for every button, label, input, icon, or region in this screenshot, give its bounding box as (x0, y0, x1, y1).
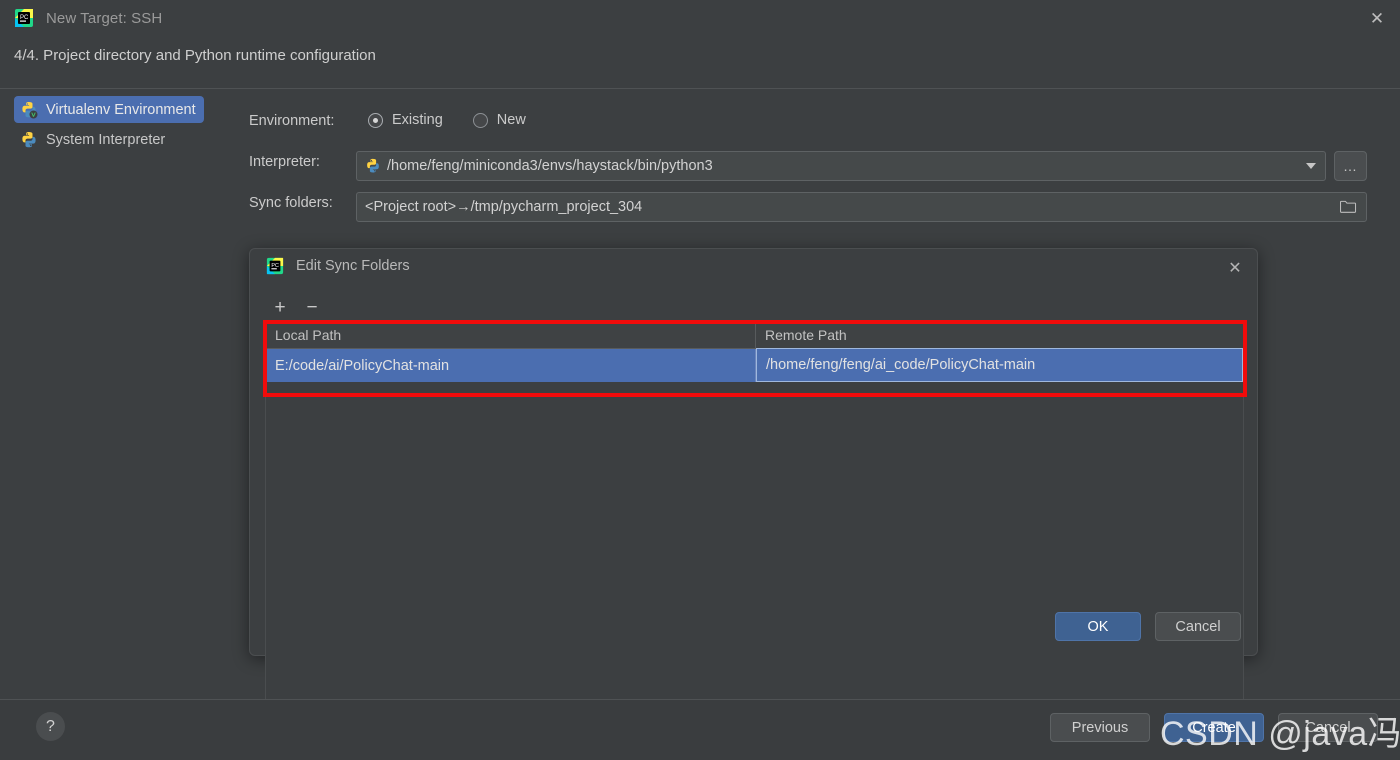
cancel-button[interactable]: Cancel (1155, 612, 1241, 641)
chevron-down-icon[interactable] (1297, 152, 1325, 180)
radio-new[interactable]: New (473, 112, 526, 128)
cell-local-path[interactable]: E:/code/ai/PolicyChat-main (266, 349, 756, 382)
previous-button[interactable]: Previous (1050, 713, 1150, 742)
modal-button-bar: OK Cancel (1055, 612, 1241, 641)
cell-remote-path[interactable]: /home/feng/feng/ai_code/PolicyChat-main (756, 348, 1243, 382)
footer-cancel-button[interactable]: Cancel (1278, 713, 1378, 742)
modal-title-bar: PC Edit Sync Folders (266, 257, 410, 275)
table-row[interactable]: E:/code/ai/PolicyChat-main /home/feng/fe… (266, 349, 1243, 382)
page-title: 4/4. Project directory and Python runtim… (14, 47, 376, 64)
add-row-button[interactable]: + (265, 294, 295, 320)
environment-label: Environment: (249, 113, 334, 129)
interpreter-combobox[interactable]: /home/feng/miniconda3/envs/haystack/bin/… (356, 151, 1326, 181)
sync-folders-value: <Project root>→/tmp/pycharm_project_304 (365, 199, 642, 215)
interpreter-browse-button[interactable]: … (1334, 151, 1367, 181)
column-header-remote-path[interactable]: Remote Path (756, 322, 1243, 348)
window-titlebar: PC New Target: SSH ✕ (0, 0, 1400, 36)
pycharm-icon: PC (266, 257, 284, 275)
radio-new-dot (473, 113, 488, 128)
python-icon (365, 158, 381, 174)
interpreter-value: /home/feng/miniconda3/envs/haystack/bin/… (387, 158, 713, 174)
environment-row: Environment: Existing New (249, 110, 1389, 140)
sync-folders-toolbar: + − (265, 293, 1244, 321)
interpreter-label: Interpreter: (249, 154, 320, 170)
python-icon (20, 131, 38, 149)
column-header-local-path[interactable]: Local Path (266, 322, 756, 348)
help-icon[interactable]: ? (36, 712, 65, 741)
sync-folders-row: Sync folders: <Project root>→/tmp/pychar… (249, 192, 1389, 222)
radio-existing-dot (368, 113, 383, 128)
edit-sync-folders-dialog: PC Edit Sync Folders ✕ + − Local Path Re… (249, 248, 1258, 656)
wizard-nav-buttons: Previous Create Cancel (1050, 713, 1378, 742)
python-venv-icon (20, 101, 38, 119)
radio-existing-label: Existing (392, 112, 443, 128)
interpreter-row: Interpreter: /home/feng/miniconda3/envs/… (249, 151, 1389, 181)
interpreter-form: Environment: Existing New Interpreter: (249, 110, 1389, 233)
create-button[interactable]: Create (1164, 713, 1264, 742)
remove-row-button[interactable]: − (297, 294, 327, 320)
sidebar-item-label: System Interpreter (46, 132, 165, 148)
folder-icon[interactable] (1339, 199, 1358, 214)
new-target-ssh-dialog: PC New Target: SSH ✕ 4/4. Project direct… (0, 0, 1400, 760)
radio-existing[interactable]: Existing (368, 112, 443, 128)
wizard-footer: ? Previous Create Cancel (0, 700, 1400, 760)
environment-radio-group: Existing New (368, 112, 526, 128)
table-header-row: Local Path Remote Path (266, 322, 1243, 349)
sync-folders-field[interactable]: <Project root>→/tmp/pycharm_project_304 (356, 192, 1367, 222)
header-divider (0, 88, 1400, 89)
sidebar-item-virtualenv-environment[interactable]: Virtualenv Environment (14, 96, 204, 123)
window-title: New Target: SSH (46, 10, 162, 27)
svg-text:PC: PC (271, 263, 279, 269)
sync-folders-table: Local Path Remote Path E:/code/ai/Policy… (265, 321, 1244, 760)
radio-new-label: New (497, 112, 526, 128)
close-icon[interactable]: ✕ (1354, 0, 1400, 36)
modal-title-text: Edit Sync Folders (296, 258, 410, 274)
sync-folders-label: Sync folders: (249, 195, 333, 211)
sidebar-item-label: Virtualenv Environment (46, 102, 196, 118)
svg-text:PC: PC (20, 15, 29, 21)
environment-type-sidebar: Virtualenv Environment System Interprete… (0, 96, 232, 326)
pycharm-icon: PC (14, 8, 34, 28)
sidebar-item-system-interpreter[interactable]: System Interpreter (14, 126, 173, 153)
modal-close-icon[interactable]: ✕ (1217, 253, 1253, 285)
ok-button[interactable]: OK (1055, 612, 1141, 641)
